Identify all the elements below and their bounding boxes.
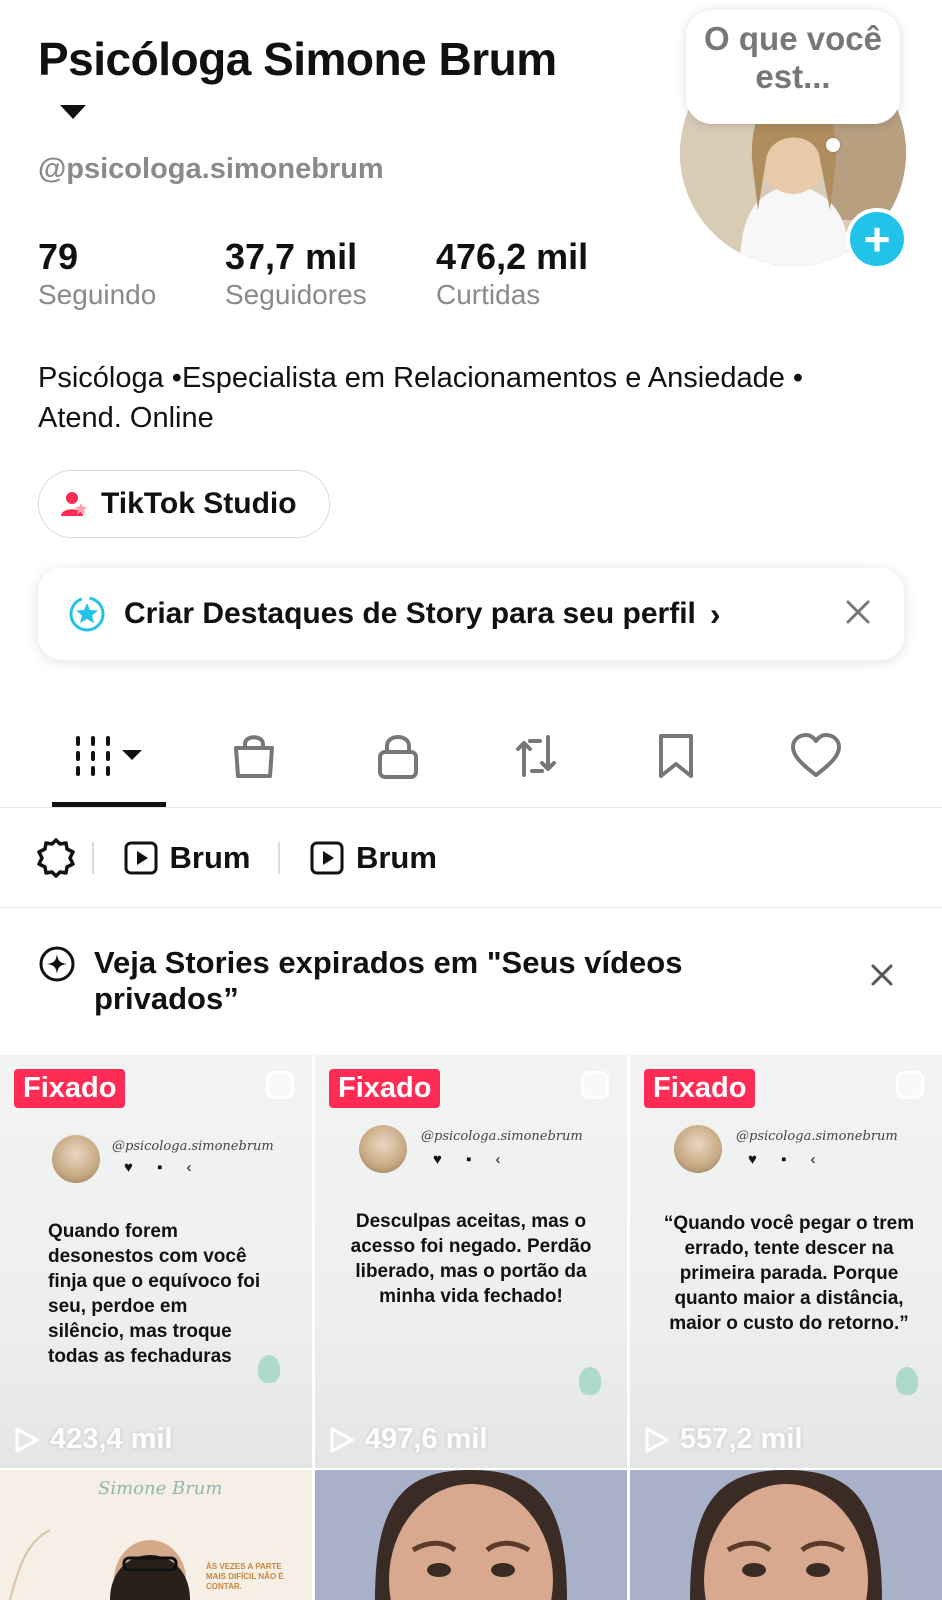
brand-logo xyxy=(579,1367,601,1395)
post-action-icons: ♥ ▪ ‹ xyxy=(748,1151,826,1168)
play-icon xyxy=(645,1427,669,1452)
select-checkbox[interactable] xyxy=(581,1071,609,1099)
close-icon[interactable] xyxy=(864,957,900,993)
story-highlights-banner[interactable]: Criar Destaques de Story para seu perfil… xyxy=(38,568,904,660)
playlist-item[interactable]: Brum xyxy=(310,840,437,876)
post-action-icons: ♥ ▪ ‹ xyxy=(433,1151,511,1168)
bookmark-icon xyxy=(659,734,693,778)
post-handle: @psicologa.simonebrum xyxy=(736,1129,898,1144)
gear-icon xyxy=(37,837,75,878)
post-avatar xyxy=(52,1135,100,1183)
videos-icon xyxy=(76,736,142,776)
repost-icon xyxy=(516,735,556,777)
video-tile[interactable]: Fixado @psicologa.simonebrum ♥ ▪ ‹ Descu… xyxy=(315,1055,627,1468)
pinned-badge: Fixado xyxy=(14,1069,126,1108)
settings-gear-button[interactable] xyxy=(36,837,76,878)
bio: Psicóloga •Especialista em Relacionament… xyxy=(38,362,804,434)
video-tile[interactable] xyxy=(630,1470,942,1600)
play-square-icon xyxy=(124,841,157,874)
view-count: 557,2 mil xyxy=(644,1423,803,1456)
thumbnail-caption: ÀS VEZES A PARTE MAIS DIFÍCIL NÃO É CONT… xyxy=(206,1562,284,1591)
play-icon xyxy=(330,1427,354,1452)
post-quote: Desculpas aceitas, mas o acesso foi nega… xyxy=(350,1211,592,1307)
video-tile[interactable]: Fixado @psicologa.simonebrum ♥ ▪ ‹ Quand… xyxy=(0,1055,312,1468)
active-tab-indicator xyxy=(52,802,166,807)
chevron-right-icon: › xyxy=(709,595,721,632)
chevron-down-icon[interactable] xyxy=(60,104,86,119)
close-icon[interactable] xyxy=(838,592,878,632)
divider xyxy=(278,841,280,874)
play-square-icon xyxy=(310,841,344,874)
shop-icon xyxy=(234,735,274,778)
post-quote: Quando forem desonestos com você finja q… xyxy=(48,1221,261,1367)
view-count: 497,6 mil xyxy=(329,1423,488,1456)
tab-reposts[interactable] xyxy=(506,728,566,784)
tab-private[interactable] xyxy=(368,728,428,784)
star-circle-icon xyxy=(69,596,105,632)
profile-name[interactable]: Psicóloga Simone Brum xyxy=(38,32,598,142)
video-thumbnail xyxy=(630,1470,942,1600)
select-checkbox[interactable] xyxy=(266,1071,294,1099)
tiktok-studio-button[interactable]: TikTok Studio xyxy=(38,470,330,538)
bubble-tail xyxy=(826,138,840,152)
brand-logo xyxy=(896,1367,918,1395)
plus-icon: + xyxy=(863,213,891,265)
video-tile[interactable] xyxy=(315,1470,627,1600)
post-quote: “Quando você pegar o trem errado, tente … xyxy=(663,1213,915,1334)
pinned-badge: Fixado xyxy=(644,1069,756,1108)
playlists-row: Brum Brum xyxy=(0,808,942,908)
stat-following[interactable]: 79 Seguindo xyxy=(38,236,156,312)
heart-icon xyxy=(791,733,841,777)
post-handle: @psicologa.simonebrum xyxy=(112,1139,274,1154)
post-avatar xyxy=(674,1125,722,1173)
video-tile[interactable]: Simone Brum ÀS VEZES A PARTE MAIS DIFÍCI… xyxy=(0,1470,312,1600)
tab-shop[interactable] xyxy=(224,728,284,784)
tab-videos[interactable] xyxy=(74,728,146,784)
view-count: 423,4 mil xyxy=(14,1423,173,1456)
stat-likes[interactable]: 476,2 mil Curtidas xyxy=(436,236,588,312)
status-bubble[interactable]: O que você est... xyxy=(686,10,900,124)
play-icon xyxy=(15,1427,39,1452)
tab-favorites[interactable] xyxy=(646,728,706,784)
brand-logo xyxy=(258,1355,280,1383)
playlist-item[interactable]: Brum xyxy=(124,840,250,876)
post-action-icons: ♥ ▪ ‹ xyxy=(124,1159,202,1176)
tab-liked[interactable] xyxy=(786,728,846,784)
video-grid: Fixado @psicologa.simonebrum ♥ ▪ ‹ Quand… xyxy=(0,1055,942,1600)
divider xyxy=(92,841,94,874)
pinned-badge: Fixado xyxy=(329,1069,441,1108)
stat-followers[interactable]: 37,7 mil Seguidores xyxy=(225,236,367,312)
add-story-button[interactable]: + xyxy=(846,208,908,270)
lock-icon xyxy=(378,735,418,779)
video-tile[interactable]: Fixado @psicologa.simonebrum ♥ ▪ ‹ “Quan… xyxy=(630,1055,942,1468)
post-avatar xyxy=(359,1125,407,1173)
studio-icon xyxy=(61,492,87,516)
username: @psicologa.simonebrum xyxy=(38,153,384,185)
post-handle: @psicologa.simonebrum xyxy=(421,1129,583,1144)
sparkle-circle-icon xyxy=(39,946,75,982)
video-thumbnail xyxy=(315,1470,627,1600)
select-checkbox[interactable] xyxy=(896,1071,924,1099)
profile-tabs xyxy=(0,700,942,808)
